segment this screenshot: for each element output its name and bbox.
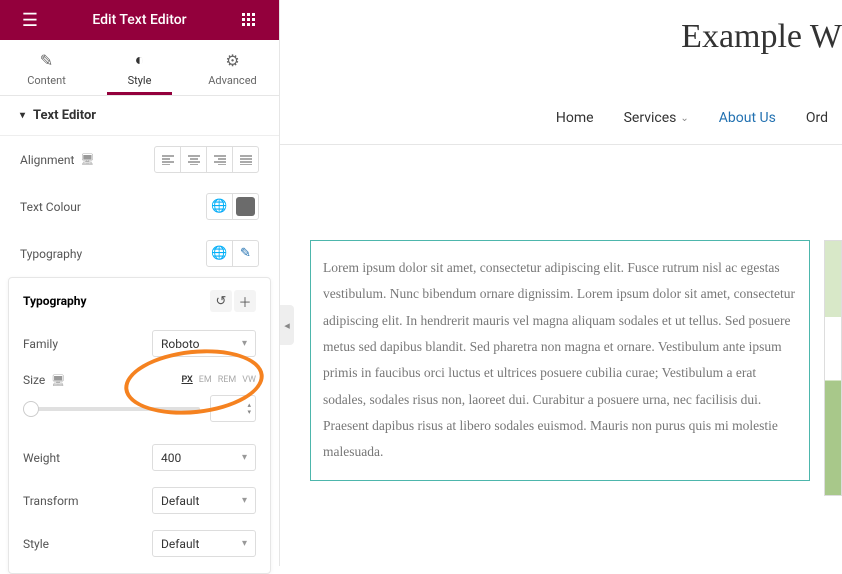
style-select[interactable]: Default ▾ (152, 530, 256, 557)
tab-label: Style (128, 74, 152, 87)
tab-label: Advanced (208, 74, 256, 87)
text-editor-widget[interactable]: Lorem ipsum dolor sit amet, consectetur … (310, 240, 810, 481)
section-text-editor[interactable]: ▾ Text Editor (0, 96, 279, 136)
control-weight: Weight 400 ▾ (23, 436, 256, 479)
transform-label: Transform (23, 494, 79, 508)
panel-title: Edit Text Editor (50, 12, 229, 28)
align-justify-button[interactable] (232, 146, 259, 173)
style-value: Default (161, 537, 199, 551)
typography-popover: Typography ↺ ＋ Family Roboto ▾ Size 🖥 PX… (8, 277, 271, 574)
size-units: PX EM REM VW (181, 375, 256, 385)
slider-thumb[interactable] (23, 401, 39, 417)
tab-advanced[interactable]: ⚙ Advanced (186, 40, 279, 95)
nav-services[interactable]: Services ⌄ (624, 110, 689, 126)
apps-icon[interactable] (229, 0, 269, 40)
nav-about[interactable]: About Us (719, 110, 776, 126)
color-swatch-button[interactable] (232, 193, 259, 220)
control-style: Style Default ▾ (23, 522, 256, 565)
control-family: Family Roboto ▾ (23, 322, 256, 365)
site-nav: Home Services ⌄ About Us Ord (556, 110, 842, 126)
transform-value: Default (161, 494, 199, 508)
style-label: Style (23, 537, 49, 551)
popover-title: Typography (23, 294, 87, 308)
align-right-button[interactable] (206, 146, 233, 173)
chevron-down-icon: ▾ (242, 338, 247, 349)
family-select[interactable]: Roboto ▾ (152, 330, 256, 357)
unit-vw[interactable]: VW (242, 375, 256, 385)
unit-rem[interactable]: REM (218, 375, 237, 385)
weight-value: 400 (161, 451, 181, 465)
chevron-down-icon: ⌄ (680, 113, 688, 124)
nav-separator (280, 144, 842, 145)
globe-icon[interactable]: 🌐 (206, 240, 233, 267)
unit-em[interactable]: EM (199, 375, 212, 385)
control-text-color: Text Colour 🌐 (0, 183, 279, 230)
transform-select[interactable]: Default ▾ (152, 487, 256, 514)
nav-home[interactable]: Home (556, 110, 594, 126)
chevron-down-icon: ▾ (242, 452, 247, 463)
nav-order[interactable]: Ord (806, 110, 828, 126)
reset-button[interactable]: ↺ (210, 290, 232, 312)
panel-tabs: ✎ Content ◐ Style ⚙ Advanced (0, 40, 279, 96)
tab-label: Content (27, 74, 66, 87)
preview-pane: ◂ Example W Home Services ⌄ About Us Ord… (280, 0, 842, 566)
sidebar-image (824, 240, 842, 496)
control-typography: Typography 🌐 ✎ (0, 230, 279, 277)
color-swatch (236, 197, 255, 216)
add-button[interactable]: ＋ (234, 290, 256, 312)
panel-header: ☰ Edit Text Editor (0, 0, 279, 40)
collapse-panel-button[interactable]: ◂ (280, 305, 294, 345)
tab-style[interactable]: ◐ Style (93, 40, 186, 95)
alignment-label: Alignment (20, 153, 74, 167)
desktop-icon[interactable]: 🖥 (80, 153, 94, 166)
contrast-icon: ◐ (135, 50, 145, 70)
weight-label: Weight (23, 451, 60, 465)
family-label: Family (23, 337, 58, 351)
typography-label: Typography (20, 247, 82, 261)
control-size: Size 🖥 PX EM REM VW (23, 365, 256, 389)
menu-icon[interactable]: ☰ (10, 0, 50, 40)
align-center-button[interactable] (180, 146, 207, 173)
text-color-label: Text Colour (20, 200, 81, 214)
size-input[interactable]: ▴▾ (210, 395, 256, 422)
size-slider[interactable] (23, 407, 200, 411)
pencil-icon: ✎ (40, 51, 53, 70)
site-title: Example W (681, 18, 842, 56)
unit-px[interactable]: PX (181, 375, 192, 385)
tab-content[interactable]: ✎ Content (0, 40, 93, 95)
edit-typography-button[interactable]: ✎ (232, 240, 259, 267)
desktop-icon[interactable]: 🖥 (51, 374, 65, 387)
section-title: Text Editor (33, 108, 96, 123)
weight-select[interactable]: 400 ▾ (152, 444, 256, 471)
control-alignment: Alignment 🖥 (0, 136, 279, 183)
alignment-buttons (154, 146, 259, 173)
nav-services-label: Services (624, 110, 677, 126)
family-value: Roboto (161, 337, 199, 351)
chevron-down-icon: ▾ (242, 495, 247, 506)
caret-down-icon: ▾ (20, 110, 25, 121)
globe-icon[interactable]: 🌐 (206, 193, 233, 220)
align-left-button[interactable] (154, 146, 181, 173)
control-transform: Transform Default ▾ (23, 479, 256, 522)
size-label: Size (23, 373, 45, 387)
chevron-down-icon: ▾ (242, 538, 247, 549)
size-slider-row: ▴▾ (23, 389, 256, 436)
gear-icon: ⚙ (225, 51, 239, 70)
editor-panel: ☰ Edit Text Editor ✎ Content ◐ Style ⚙ A… (0, 0, 280, 566)
